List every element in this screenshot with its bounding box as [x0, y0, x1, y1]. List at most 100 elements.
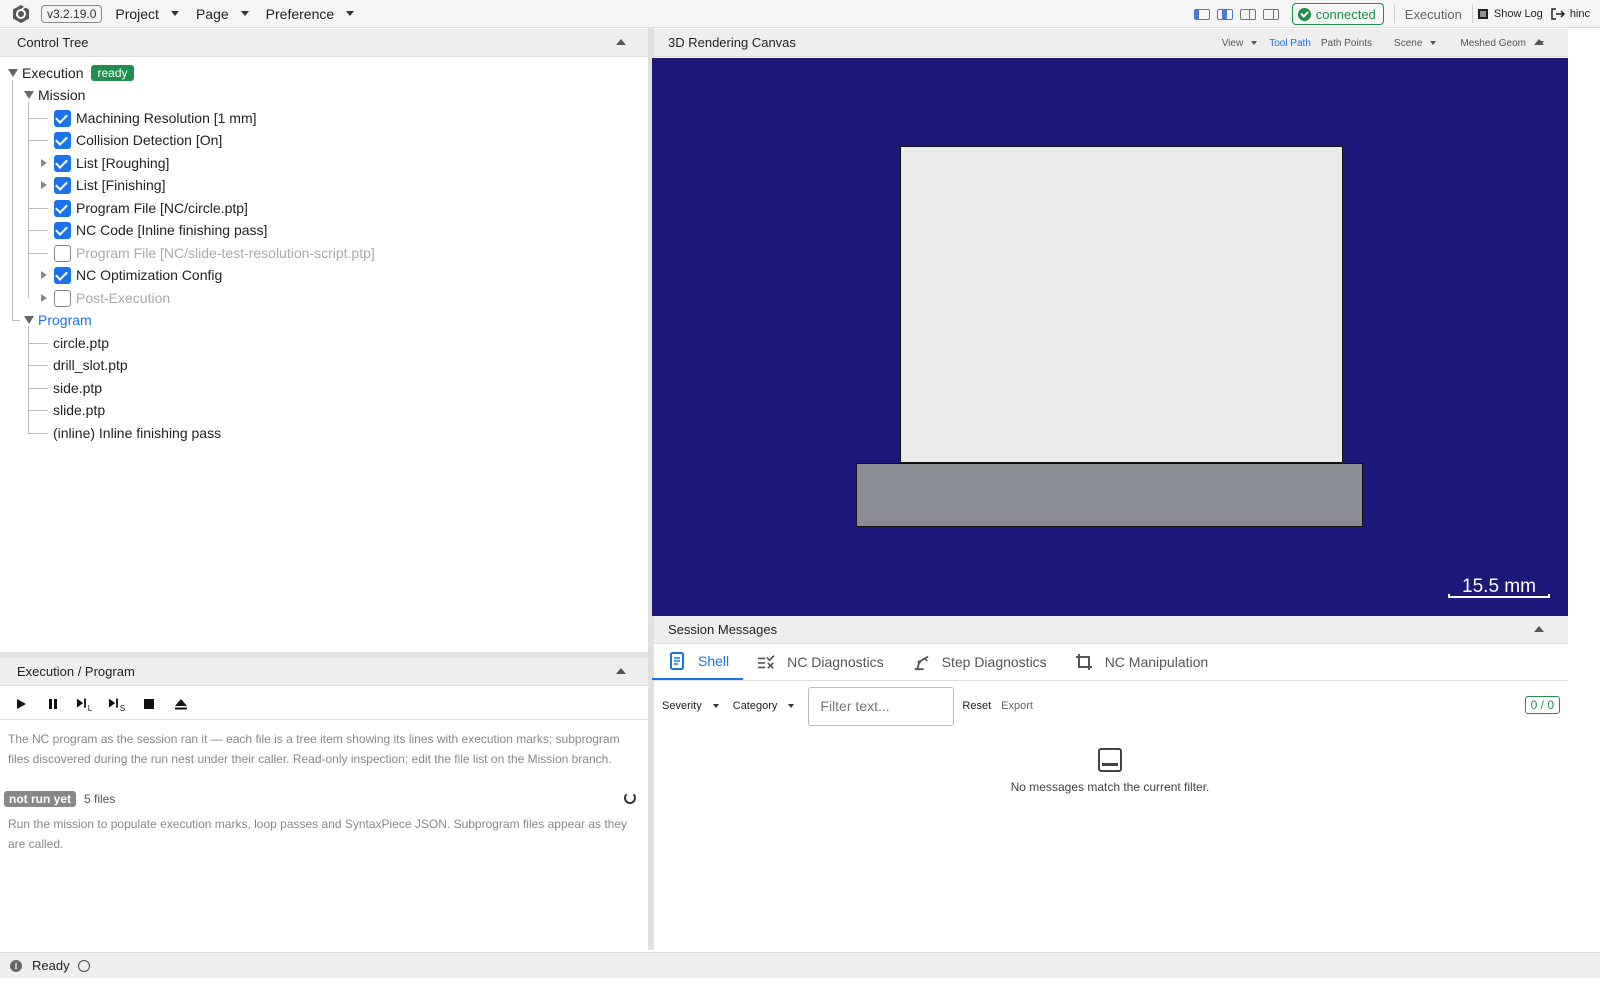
- step-line-icon[interactable]: L: [76, 695, 94, 713]
- tree-guide: [28, 208, 48, 209]
- expand-icon[interactable]: [41, 181, 47, 189]
- checkbox[interactable]: [54, 289, 71, 307]
- filter-text-input[interactable]: [808, 686, 955, 726]
- workpiece-top: [900, 146, 1343, 463]
- scene-dropdown[interactable]: Scene: [1382, 37, 1437, 49]
- category-dropdown[interactable]: Category: [733, 700, 795, 712]
- expand-icon[interactable]: [8, 69, 18, 77]
- top-bar: v3.2.19.0 Project Page Preference connec…: [0, 0, 1600, 28]
- mission-item[interactable]: NC Optimization Config: [41, 264, 222, 286]
- tree-item-label: Mission: [38, 87, 86, 103]
- layout-left-icon[interactable]: [1193, 8, 1210, 20]
- checkbox[interactable]: [54, 131, 71, 149]
- tab-shell[interactable]: Shell: [652, 644, 744, 680]
- refresh-icon[interactable]: [624, 792, 636, 804]
- tree-item-execution[interactable]: Execution ready: [8, 62, 134, 84]
- tree-item-label: Program: [38, 312, 92, 328]
- severity-dropdown-label: Severity: [662, 700, 702, 712]
- history-icon[interactable]: [77, 959, 90, 972]
- play-icon[interactable]: [12, 695, 30, 713]
- execution-panel-title: Execution / Program: [17, 664, 135, 679]
- mission-item[interactable]: Machining Resolution [1 mm]: [54, 107, 257, 129]
- scene-dropdown-label: Scene: [1394, 37, 1423, 49]
- chevron-down-icon: [1430, 40, 1437, 45]
- checkbox[interactable]: [54, 109, 71, 127]
- mission-item[interactable]: List [Finishing]: [41, 174, 165, 196]
- collapse-icon[interactable]: [616, 39, 626, 45]
- program-file-label: side.ptp: [53, 380, 103, 396]
- show-log-button[interactable]: Show Log: [1494, 8, 1543, 20]
- layout-split-icon[interactable]: [1216, 8, 1233, 20]
- expand-icon[interactable]: [24, 316, 34, 324]
- file-count: 5 files: [84, 792, 116, 806]
- expand-icon[interactable]: [41, 159, 47, 167]
- message-count-badge: 0 / 0: [1524, 696, 1560, 714]
- mission-item[interactable]: Post-Execution: [41, 287, 170, 309]
- severity-dropdown[interactable]: Severity: [662, 700, 719, 712]
- rendering-canvas[interactable]: 15.5 mm: [652, 58, 1568, 616]
- program-file-item[interactable]: (inline) Inline finishing pass: [53, 422, 221, 444]
- reset-button[interactable]: Reset: [962, 700, 991, 712]
- mission-item[interactable]: Program File [NC/slide-test-resolution-s…: [54, 242, 375, 264]
- mission-item[interactable]: Program File [NC/circle.ptp]: [54, 197, 248, 219]
- workpiece-base: [856, 463, 1363, 527]
- category-dropdown-label: Category: [732, 700, 778, 712]
- status-badge: ready: [91, 65, 134, 81]
- menu-preference[interactable]: Preference: [266, 6, 355, 22]
- mission-item[interactable]: Collision Detection [On]: [54, 129, 222, 151]
- tree-item-mission[interactable]: Mission: [24, 84, 85, 106]
- tree-guide: [28, 343, 48, 344]
- tab-nc-manipulation[interactable]: NC Manipulation: [1061, 644, 1223, 680]
- checkbox[interactable]: [54, 154, 71, 172]
- tool-path-toggle[interactable]: Tool Path: [1269, 38, 1311, 49]
- checkbox[interactable]: [54, 221, 71, 239]
- execution-panel-header: Execution / Program: [0, 658, 648, 686]
- tree-item-program[interactable]: Program: [24, 309, 92, 331]
- meshed-geom-dropdown[interactable]: Meshed Geom: [1448, 38, 1544, 49]
- document-icon: [670, 652, 684, 670]
- checkbox[interactable]: [54, 244, 71, 262]
- program-file-item[interactable]: drill_slot.ptp: [53, 354, 128, 376]
- mission-item[interactable]: NC Code [Inline finishing pass]: [54, 219, 267, 241]
- program-file-item[interactable]: slide.ptp: [53, 399, 105, 421]
- expand-icon[interactable]: [41, 294, 47, 302]
- tab-nc-diagnostics[interactable]: NC Diagnostics: [743, 644, 897, 680]
- logout-icon[interactable]: [1551, 8, 1565, 20]
- menu-project[interactable]: Project: [115, 6, 179, 22]
- program-file-label: slide.ptp: [53, 402, 106, 418]
- layout-full-icon[interactable]: [1262, 8, 1279, 20]
- path-points-toggle[interactable]: Path Points: [1321, 38, 1372, 49]
- program-file-item[interactable]: circle.ptp: [53, 332, 109, 354]
- tree-item-label: Execution: [22, 65, 84, 81]
- tab-step-diagnostics[interactable]: Step Diagnostics: [898, 644, 1061, 680]
- stop-icon[interactable]: [140, 695, 158, 713]
- expand-icon[interactable]: [41, 271, 47, 279]
- program-file-item[interactable]: side.ptp: [53, 377, 102, 399]
- collapse-icon[interactable]: [1534, 626, 1544, 632]
- expand-icon[interactable]: [24, 91, 34, 99]
- checkbox[interactable]: [54, 199, 71, 217]
- program-file-label: drill_slot.ptp: [53, 357, 128, 373]
- menu-page[interactable]: Page: [196, 6, 249, 22]
- eject-icon[interactable]: [172, 695, 190, 713]
- export-button[interactable]: Export: [1001, 700, 1033, 712]
- tree-guide: [28, 140, 48, 141]
- divider: [1393, 5, 1395, 23]
- user-name[interactable]: hinc: [1570, 8, 1590, 20]
- view-dropdown[interactable]: View: [1210, 38, 1258, 49]
- view-dropdown-label: View: [1221, 37, 1244, 49]
- collapse-icon[interactable]: [616, 668, 626, 674]
- layout-right-icon[interactable]: [1239, 8, 1256, 20]
- mission-item[interactable]: List [Roughing]: [41, 152, 169, 174]
- checkbox[interactable]: [54, 176, 71, 194]
- execution-toolbar: L S: [0, 688, 648, 720]
- current-page-label: Execution: [1404, 6, 1462, 22]
- collapse-icon[interactable]: [1534, 39, 1544, 45]
- messages-title: Session Messages: [668, 622, 778, 637]
- tab-label: Shell: [698, 653, 730, 669]
- control-tree-header: Control Tree: [0, 29, 648, 57]
- checkbox[interactable]: [54, 266, 71, 284]
- step-segment-icon[interactable]: S: [108, 695, 126, 713]
- pause-icon[interactable]: [44, 695, 62, 713]
- control-tree: Execution ready Mission Machining Resolu…: [0, 58, 648, 652]
